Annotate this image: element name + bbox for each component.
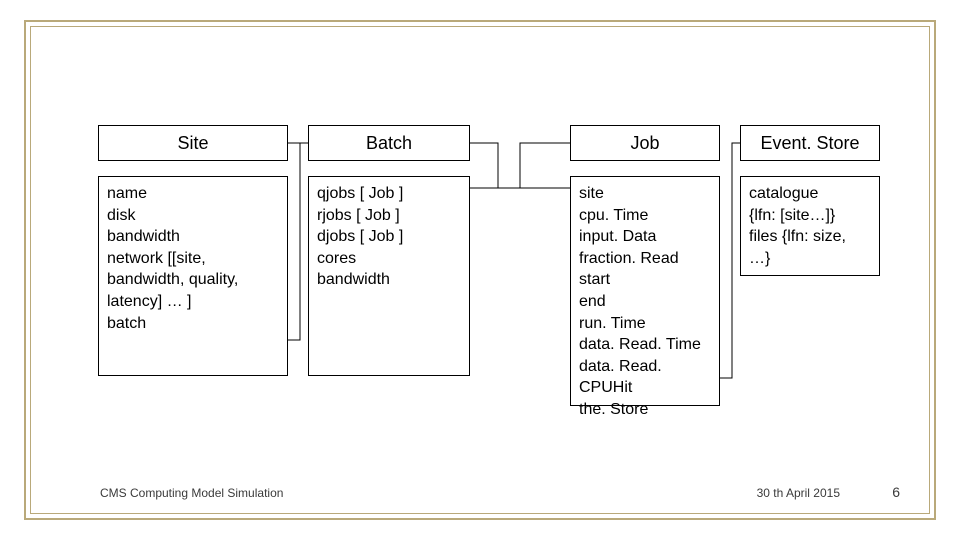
class-attr-row: name [107, 183, 279, 205]
class-attr-row: cpu. Time [579, 205, 711, 227]
class-attr-row: {lfn: [site…]} [749, 205, 871, 227]
class-attr-row: data. Read. CPUHit [579, 356, 711, 399]
class-attr-row: network [[site, bandwidth, quality, late… [107, 248, 279, 313]
class-attr-row: catalogue [749, 183, 871, 205]
class-attr-row: run. Time [579, 313, 711, 335]
class-title-eventstore: Event. Store [740, 125, 880, 161]
class-attr-row: bandwidth [107, 226, 279, 248]
class-attrs-batch: qjobs [ Job ]rjobs [ Job ]djobs [ Job ]c… [308, 176, 470, 376]
class-title-site: Site [98, 125, 288, 161]
class-title-job: Job [570, 125, 720, 161]
class-attr-row: disk [107, 205, 279, 227]
slide: Sitenamediskbandwidthnetwork [[site, ban… [0, 0, 960, 540]
class-attr-row: the. Store [579, 399, 711, 421]
footer-date: 30 th April 2015 [757, 486, 840, 500]
class-attr-row: start [579, 269, 711, 291]
class-attr-row: site [579, 183, 711, 205]
class-attr-row: rjobs [ Job ] [317, 205, 461, 227]
class-attrs-site: namediskbandwidthnetwork [[site, bandwid… [98, 176, 288, 376]
class-attr-row: fraction. Read [579, 248, 711, 270]
class-attrs-eventstore: catalogue{lfn: [site…]}files {lfn: size,… [740, 176, 880, 276]
class-attr-row: data. Read. Time [579, 334, 711, 356]
class-attrs-job: sitecpu. Timeinput. Datafraction. Readst… [570, 176, 720, 406]
class-attr-row: qjobs [ Job ] [317, 183, 461, 205]
class-attr-row: batch [107, 313, 279, 335]
class-attr-row: cores [317, 248, 461, 270]
footer-title: CMS Computing Model Simulation [100, 486, 283, 500]
class-title-batch: Batch [308, 125, 470, 161]
class-attr-row: end [579, 291, 711, 313]
class-attr-row: input. Data [579, 226, 711, 248]
page-number: 6 [892, 484, 900, 500]
class-attr-row: djobs [ Job ] [317, 226, 461, 248]
class-attr-row: bandwidth [317, 269, 461, 291]
class-attr-row: files {lfn: size, …} [749, 226, 871, 269]
